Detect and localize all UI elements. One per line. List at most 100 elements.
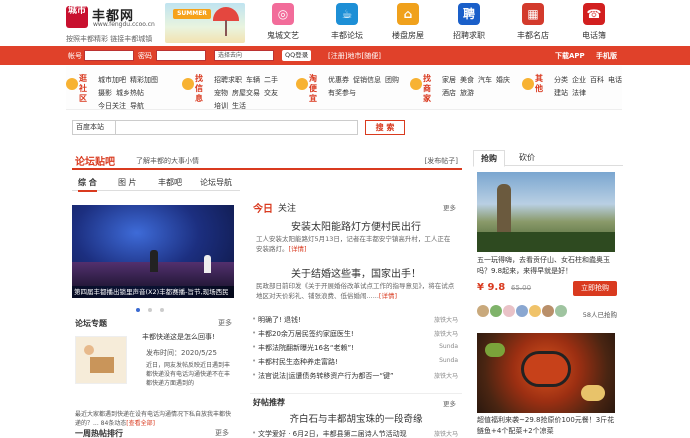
category-link[interactable]: 城乡热帖	[116, 87, 144, 100]
category-link[interactable]: 房屋交易	[232, 87, 260, 100]
details-link[interactable]: [详情]	[379, 292, 397, 300]
hotpot-photo[interactable]	[477, 333, 615, 413]
search-scope-select[interactable]: 百度本站	[72, 120, 116, 135]
category-link[interactable]: 促销信息	[353, 74, 381, 87]
list-item[interactable]: • 丰都村民生态种养走富路! Sunda	[250, 357, 462, 371]
featured-photo[interactable]: 第四届丰都播出锁里声音(X2)丰都赛播-旨节,现场西民	[72, 205, 234, 298]
category-link[interactable]: 婚庆	[496, 74, 510, 87]
category-link[interactable]: 交友	[264, 87, 278, 100]
carousel-dot[interactable]	[136, 308, 140, 312]
today-more-link[interactable]: 更多	[443, 202, 456, 212]
view-all-link[interactable]: [查看全部]	[126, 420, 155, 427]
recommended-headline[interactable]: 齐白石与丰都胡宝珠的一段奇缘	[250, 411, 462, 425]
tab-forum-nav[interactable]: 论坛导航	[200, 177, 232, 188]
speech-bubble-icon	[522, 78, 534, 90]
search-button[interactable]: 搜 索	[365, 120, 405, 135]
destination-select[interactable]: 选择去向	[214, 50, 274, 61]
header-nav-item[interactable]: 聘招聘求职	[441, 3, 497, 41]
list-item[interactable]: • 法官说法|运遭债务转移资产行为都否一“键” 旅铁大马	[250, 371, 462, 385]
category-heading[interactable]: 逛社区	[66, 74, 94, 103]
category-link[interactable]: 酒店	[442, 87, 456, 100]
category-link[interactable]: 精彩加图	[130, 74, 158, 87]
today-headline[interactable]: 安装太阳能路灯方便村民出行	[250, 218, 462, 233]
deal-description[interactable]: 超值福利来袭~29.8抢原价100元餐！3斤花鲢鱼+4个配菜+2个凉菜	[477, 415, 619, 437]
download-app-link[interactable]: 下载APP	[555, 51, 585, 61]
category-link[interactable]: 培训	[214, 100, 228, 113]
deal-old-price: 65.00	[511, 284, 532, 292]
umbrella-icon	[213, 7, 239, 21]
details-link[interactable]: [详情]	[289, 245, 307, 253]
summer-banner[interactable]: SUMMER	[165, 3, 245, 43]
delivery-illustration[interactable]	[75, 336, 127, 384]
header-nav-item[interactable]: ▦ 丰都名店	[505, 3, 561, 41]
mountain-photo[interactable]	[477, 172, 615, 252]
post-thread-link[interactable]: [发布帖子]	[425, 156, 458, 166]
list-item[interactable]: • 丰都法院翻新曝光16名“老赖”! Sunda	[250, 343, 462, 357]
category-link[interactable]: 建站	[554, 87, 568, 100]
tab-general[interactable]: 综 合	[78, 177, 97, 192]
tab-fengdu-bar[interactable]: 丰都吧	[158, 177, 182, 188]
header-nav-item[interactable]: ☕ 丰都论坛	[319, 3, 375, 41]
tab-photos[interactable]: 图 片	[118, 177, 137, 188]
recommended-more-link[interactable]: 更多	[443, 398, 456, 408]
carousel-dot[interactable]	[148, 308, 152, 312]
buy-now-button[interactable]: 立即抢购	[573, 281, 617, 296]
qq-login-button[interactable]: QQ登录	[282, 50, 312, 61]
list-item[interactable]: • 明确了! 退钱! 旅铁大马	[250, 315, 462, 329]
category-links: 家居 美食 汽车 婚庆酒店 旅游	[442, 74, 520, 100]
category-link[interactable]: 宠物	[214, 87, 228, 100]
category-name: 逛社区	[79, 74, 87, 103]
category-link[interactable]: 家居	[442, 74, 456, 87]
category-link[interactable]: 优惠券	[328, 74, 349, 87]
tab-flash-sale[interactable]: 抢购	[473, 150, 505, 167]
category-link[interactable]: 有奖参与	[328, 87, 356, 100]
today-headline[interactable]: 关于结婚这些事，国家出手！	[250, 265, 462, 280]
category-heading[interactable]: 找商家	[410, 74, 438, 103]
category-link[interactable]: 法律	[572, 87, 586, 100]
topic-headline[interactable]: 丰都快递这是怎么回事!	[142, 332, 232, 342]
deal-price: ¥ 9.8	[477, 282, 506, 293]
forum-subtitle: 了解丰都的大事小情	[136, 157, 199, 165]
deal-description[interactable]: 五一玩得嗨，去看贡仔山、女石柱和蠹奥玉吗？9.8起来，来得早就是好！	[477, 255, 617, 277]
category-link[interactable]: 二手	[264, 74, 278, 87]
category-link[interactable]: 百科	[590, 74, 604, 87]
category-heading[interactable]: 其他	[522, 74, 550, 102]
category-link[interactable]: 导航	[130, 100, 144, 113]
today-summary: 民政部日前印发《关于开展婚俗改革试点工作的指导意见》，将在试点地区对天价彩礼、铺…	[256, 281, 456, 301]
category-link[interactable]: 摄影	[98, 87, 112, 100]
carousel-dot[interactable]	[160, 308, 164, 312]
category-link[interactable]: 招聘求职	[214, 74, 242, 87]
category-link[interactable]: 今日关注	[98, 100, 126, 113]
header-nav-label: 鬼城文艺	[267, 31, 299, 40]
login-bar: 帐号 密码 选择去向 QQ登录 [注册]地市[随便] 下载APP 手机版	[0, 46, 690, 65]
list-item[interactable]: • 丰都20余万居民签约家庭医生! 旅铁大马	[250, 329, 462, 343]
category-link[interactable]: 车辆	[246, 74, 260, 87]
mobile-version-link[interactable]: 手机版	[596, 51, 617, 61]
list-item[interactable]: • 文学爱好 · 6月2日，丰都县第二届诗人节活动现 旅铁大马	[250, 429, 462, 438]
header-nav-item[interactable]: ☎ 电话簿	[566, 3, 622, 41]
site-logo[interactable]: 城市 丰都网 www.fengdu.ccoo.cn 按照丰都精彩 链接丰都城镇	[66, 4, 176, 44]
category-heading[interactable]: 找信息	[182, 74, 210, 103]
avatar	[503, 305, 515, 317]
topic-more-link[interactable]: 更多	[218, 318, 232, 328]
tab-bargain[interactable]: 砍价	[513, 152, 541, 163]
account-input[interactable]	[84, 50, 134, 61]
category-link[interactable]: 生活	[232, 100, 246, 113]
category-link[interactable]: 团购	[385, 74, 399, 87]
category-heading[interactable]: 淘便宜	[296, 74, 324, 103]
weekly-hot-more-link[interactable]: 更多	[215, 428, 229, 438]
category-link[interactable]: 分类	[554, 74, 568, 87]
category-group: 逛社区 城市加吧 精彩加图摄影 城乡热帖今日关注 导航	[66, 70, 176, 110]
header-nav-item[interactable]: ◎ 鬼城文艺	[255, 3, 311, 41]
category-link[interactable]: 美食	[460, 74, 474, 87]
category-link[interactable]: 城市加吧	[98, 74, 126, 87]
header-nav-item[interactable]: ⌂ 楼盘房屋	[380, 3, 436, 41]
category-link[interactable]: 企业	[572, 74, 586, 87]
password-input[interactable]	[156, 50, 206, 61]
category-link[interactable]: 汽车	[478, 74, 492, 87]
category-link[interactable]: 旅游	[460, 87, 474, 100]
register-link[interactable]: [注册]地市[随便]	[328, 51, 381, 61]
search-input[interactable]	[116, 120, 358, 135]
category-name: 淘便宜	[309, 74, 317, 103]
category-link[interactable]: 电话	[608, 74, 622, 87]
